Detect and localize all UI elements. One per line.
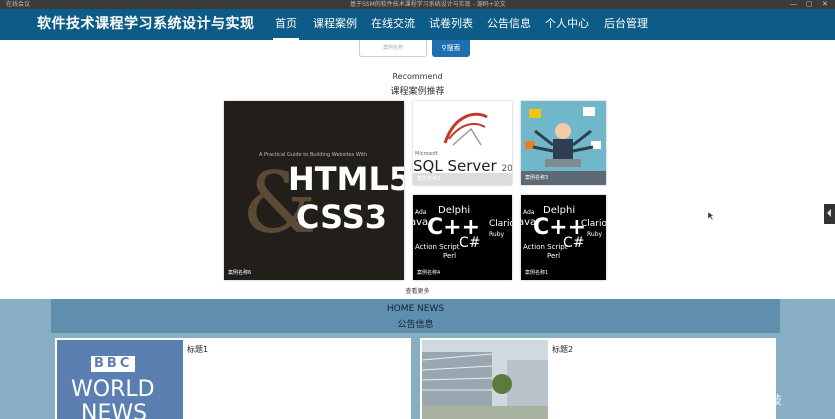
maximize-icon[interactable]: ▢: [806, 0, 813, 9]
nav-home[interactable]: 首页: [273, 17, 299, 40]
browser-tab-label[interactable]: 在线会议: [6, 0, 30, 9]
browser-page-title: 基于SSM的软件技术课程学习系统设计与实现 - 源码+论文: [350, 1, 506, 8]
minimize-icon[interactable]: —: [790, 0, 797, 9]
word-ada: Ada: [415, 209, 427, 216]
word-ruby: Ruby: [489, 231, 505, 238]
news-title-en: HOME NEWS: [386, 304, 445, 314]
case-card-2[interactable]: Microsoft SQL Server 2012 案例名称2: [413, 101, 512, 185]
case-card-6-subtitle: A Practical Guide to Building Websites W…: [259, 152, 368, 158]
nav-announcements[interactable]: 公告信息: [487, 17, 531, 31]
case-card-1[interactable]: Delphi Java Ada C++ Clarion Ruby C# Acti…: [521, 195, 606, 280]
nav-course-cases[interactable]: 课程案例: [313, 17, 357, 31]
case-card-2-caption: 案例名称2: [417, 176, 441, 182]
word-action-script: Action Script: [415, 243, 460, 251]
case-card-6-line1: HTML5: [288, 160, 404, 198]
news-card-1[interactable]: BBC WORLD NEWS: [55, 338, 411, 419]
news-title-2[interactable]: 标题2: [552, 344, 573, 355]
watermark: CSDN @纯清科技: [684, 393, 783, 407]
chevron-left-icon: [827, 209, 831, 217]
case-card-3[interactable]: 案例名称3: [521, 101, 606, 185]
word-clarion: Clarion: [489, 219, 512, 229]
case-card-6[interactable]: & A Practical Guide to Building Websites…: [224, 101, 404, 280]
multitasking-person-icon: [521, 101, 606, 185]
sql-server-logo-icon: [443, 112, 488, 146]
nav-exam-list[interactable]: 试卷列表: [429, 17, 473, 31]
word-perl: Perl: [443, 252, 457, 260]
case-card-4-sub: C#: [459, 235, 481, 251]
world-logo-text: WORLD: [71, 377, 155, 402]
case-card-6-line2: CSS3: [296, 198, 387, 236]
bbc-logo-text: BBC: [91, 356, 136, 372]
close-icon[interactable]: ✕: [822, 0, 828, 9]
word-java: Java: [413, 217, 429, 228]
case-card-6-caption: 案例名称6: [228, 270, 252, 276]
mouse-cursor-icon: [707, 211, 715, 221]
search-button-label: 搜索: [446, 44, 461, 52]
browser-top-bar: 在线会议 基于SSM的软件技术课程学习系统设计与实现 - 源码+论文 — ▢ ✕: [0, 0, 835, 9]
search-button[interactable]: ⚲搜索: [432, 40, 470, 57]
nav-online-chat[interactable]: 在线交流: [371, 17, 415, 31]
recommend-title-en: Recommend: [392, 72, 443, 81]
case-card-1-caption: 案例名称1: [525, 270, 549, 276]
navbar: 软件技术课程学习系统设计与实现 首页 课程案例 在线交流 试卷列表 公告信息 个…: [0, 9, 835, 40]
word-clarion: Clarion: [581, 219, 606, 229]
news-title-1[interactable]: 标题1: [187, 344, 208, 355]
search-input[interactable]: 案例名称: [359, 40, 427, 57]
bbc-logo-icon: BBC WORLD NEWS: [57, 340, 183, 419]
word-perl: Perl: [547, 252, 561, 260]
case-card-4[interactable]: Delphi Java Ada C++ Clarion Ruby C# Acti…: [413, 195, 512, 280]
view-more-link[interactable]: 查看更多: [0, 286, 835, 295]
word-ruby: Ruby: [587, 231, 603, 238]
site-title: 软件技术课程学习系统设计与实现: [37, 16, 255, 32]
side-collapse-tab[interactable]: [824, 204, 835, 224]
news-title-cn: 公告信息: [397, 320, 434, 330]
news-logo-text: NEWS: [81, 401, 148, 419]
case-card-4-caption: 案例名称4: [417, 270, 441, 276]
nav-profile[interactable]: 个人中心: [545, 17, 589, 31]
nav-admin[interactable]: 后台管理: [604, 17, 648, 31]
case-card-3-caption: 案例名称3: [525, 175, 549, 181]
recommend-title-cn: 课程案例推荐: [390, 87, 445, 97]
building-photo-icon: [422, 340, 548, 419]
word-action-script: Action Script: [523, 243, 568, 251]
